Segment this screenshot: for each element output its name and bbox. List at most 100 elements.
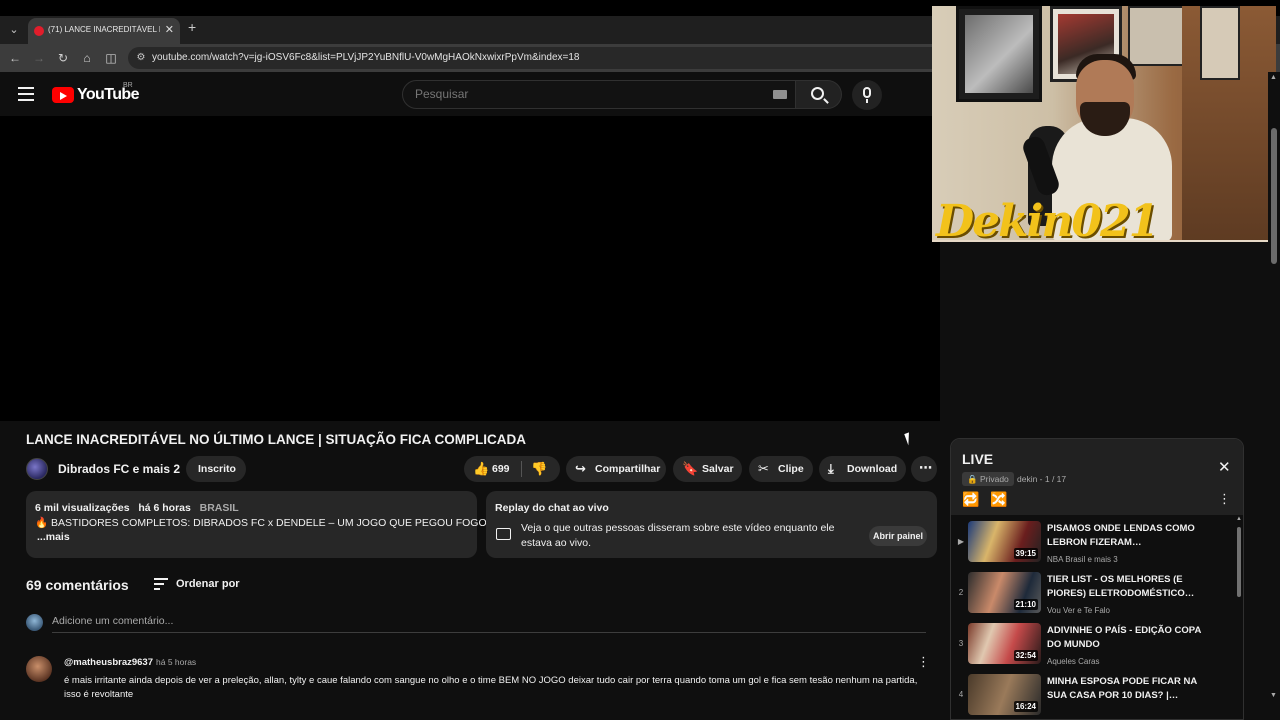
new-tab-icon[interactable]: + (188, 19, 196, 35)
keyboard-icon[interactable] (773, 90, 787, 99)
privacy-badge: 🔒 Privado (962, 472, 1014, 486)
description-meta: 6 mil visualizações há 6 horas BRASIL (35, 502, 239, 514)
save-label: Salvar (702, 463, 734, 475)
playlist-item-thumbnail: 16:24 (968, 674, 1041, 715)
duration-badge: 16:24 (1013, 701, 1038, 712)
chat-bubble-icon (496, 528, 511, 540)
playlist-item-title: TIER LIST - OS MELHORES (E PIORES) ELETR… (1047, 574, 1195, 599)
description-more-link[interactable]: ...mais (37, 531, 70, 543)
video-player[interactable] (0, 116, 940, 421)
reload-icon[interactable]: ↻ (54, 49, 72, 67)
comments-count: 69 comentários (26, 577, 129, 593)
playlist-more-vertical-icon[interactable]: ⋮ (1218, 491, 1231, 507)
playlist-title[interactable]: LIVE (962, 451, 993, 467)
subscribed-label: Inscrito (198, 463, 236, 475)
description-text: 🔥 BASTIDORES COMPLETOS: DIBRADOS FC x DE… (35, 517, 490, 529)
subscribed-button[interactable]: Inscrito (186, 456, 246, 482)
playlist-item-thumbnail: 39:15 (968, 521, 1041, 562)
playlist-item-channel: Aqueles Caras (1047, 657, 1100, 666)
channel-avatar[interactable] (26, 458, 48, 480)
share-arrow-icon: ↪ (575, 461, 586, 476)
playlist-header: LIVE ✕ 🔒 Privado dekin - 1 / 17 🔁 🔀 ⋮ (951, 439, 1243, 515)
playlist-item-index: 4 (958, 690, 964, 699)
add-comment-input[interactable]: Adicione um comentário... (52, 615, 926, 633)
more-horizontal-icon: ⋯ (919, 460, 932, 475)
youtube-logo[interactable]: YouTube BR (52, 82, 152, 105)
playlist-item-channel: NBA Brasil e mais 3 (1047, 555, 1118, 564)
video-title: LANCE INACREDITÁVEL NO ÚLTIMO LANCE | SI… (26, 432, 527, 447)
playlist-item[interactable]: 2 21:10 TIER LIST - OS MELHORES (E PIORE… (951, 568, 1243, 618)
playlist-item-thumbnail: 21:10 (968, 572, 1041, 613)
clip-button[interactable]: ✂ Clipe (749, 456, 813, 482)
download-button[interactable]: ⤓ Download (819, 456, 906, 482)
side-panel-icon[interactable]: ◫ (102, 49, 120, 67)
privacy-label: Privado (979, 474, 1009, 484)
tab-title: (71) LANCE INACREDITÁVEL NO ÚLTIMO LANCE… (48, 25, 160, 34)
upload-age: há 6 horas (138, 502, 191, 514)
chat-replay-title: Replay do chat ao vivo (495, 502, 609, 514)
tab-search-chevron-icon[interactable]: ⌄ (6, 20, 22, 40)
page-scrollbar[interactable]: ▲ ▼ (1268, 72, 1280, 720)
webcam-overlay: Dekin021 (932, 6, 1276, 242)
playlist-scroll-thumb[interactable] (1237, 527, 1241, 597)
playlist-item-index: 2 (958, 588, 964, 597)
user-avatar (26, 614, 43, 631)
scroll-up-icon[interactable]: ▲ (1270, 74, 1277, 81)
more-actions-button[interactable]: ⋯ (911, 456, 937, 482)
scroll-down-icon[interactable]: ▼ (1270, 692, 1277, 699)
like-dislike-group: 👍 699 👎 (464, 456, 560, 482)
playlist-item-thumbnail: 32:54 (968, 623, 1041, 664)
share-button[interactable]: ↪ Compartilhar (566, 456, 666, 482)
description-box[interactable]: 6 mil visualizações há 6 horas BRASIL 🔥 … (26, 491, 490, 558)
voice-search-button[interactable] (852, 80, 882, 110)
search-button[interactable] (796, 80, 842, 109)
search-input[interactable] (415, 87, 755, 101)
clip-label: Clipe (778, 463, 804, 475)
playlist-item[interactable]: 4 16:24 MINHA ESPOSA PODE FICAR NA SUA C… (951, 670, 1243, 719)
tab-close-icon[interactable]: ✕ (165, 23, 174, 36)
comment-time[interactable]: há 5 horas (156, 657, 196, 667)
url-text[interactable]: youtube.com/watch?v=jg-iOSV6Fc8&list=PLV… (152, 52, 580, 63)
site-info-icon[interactable]: ⚙ (134, 51, 148, 65)
comment-author-name[interactable]: @matheusbraz9637 (64, 657, 153, 668)
browser-tab-active[interactable]: (71) LANCE INACREDITÁVEL NO ÚLTIMO LANCE… (28, 18, 180, 44)
view-count: 6 mil visualizações (35, 502, 130, 514)
open-panel-button[interactable]: Abrir painel (869, 526, 927, 546)
duration-badge: 21:10 (1013, 599, 1038, 610)
microphone-icon (863, 87, 871, 98)
back-arrow-icon[interactable]: ← (6, 49, 24, 67)
country-tag[interactable]: BRASIL (200, 502, 239, 514)
comment-author-avatar[interactable] (26, 656, 52, 682)
playlist-scrollbar[interactable]: ▲ (1236, 515, 1243, 719)
forward-arrow-icon[interactable]: → (30, 49, 48, 67)
search-icon (811, 87, 824, 100)
shuffle-icon[interactable]: 🔀 (990, 491, 1007, 508)
chat-replay-box: Replay do chat ao vivo Veja o que outras… (486, 491, 937, 558)
close-icon[interactable]: ✕ (1218, 458, 1231, 476)
like-count[interactable]: 699 (492, 463, 510, 475)
thumbs-up-icon[interactable]: 👍 (473, 461, 489, 477)
playlist-item-channel: Vou Ver e Te Falo (1047, 606, 1111, 615)
comment-author[interactable]: @matheusbraz9637 há 5 horas (64, 657, 196, 668)
sort-icon[interactable] (154, 578, 168, 590)
playlist-item-title: ADIVINHE O PAÍS - EDIÇÃO COPA DO MUNDO (1047, 625, 1201, 650)
playlist-panel: LIVE ✕ 🔒 Privado dekin - 1 / 17 🔁 🔀 ⋮ ▶ … (950, 438, 1244, 720)
thumbs-down-icon[interactable]: 👎 (531, 461, 547, 477)
channel-name[interactable]: Dibrados FC e mais 2 (58, 462, 180, 476)
playlist-item-title: PISAMOS ONDE LENDAS COMO LEBRON FIZERAM… (1047, 523, 1195, 548)
playlist-scroll-up-icon[interactable]: ▲ (1236, 516, 1242, 522)
playlist-item[interactable]: 3 32:54 ADIVINHE O PAÍS - EDIÇÃO COPA DO… (951, 619, 1243, 669)
search-box (402, 80, 796, 109)
loop-icon[interactable]: 🔁 (962, 491, 979, 508)
page-scroll-thumb[interactable] (1271, 128, 1277, 264)
save-button[interactable]: 🔖 Salvar (673, 456, 742, 482)
comment-more-vertical-icon[interactable]: ⋮ (917, 654, 930, 670)
duration-badge: 39:15 (1013, 548, 1038, 559)
sort-by-button[interactable]: Ordenar por (176, 578, 240, 590)
youtube-favicon-icon (34, 26, 44, 36)
playlist-item-index: 3 (958, 639, 964, 648)
menu-icon[interactable] (18, 87, 34, 101)
home-icon[interactable]: ⌂ (78, 49, 96, 67)
youtube-play-logo-icon (52, 87, 74, 103)
playlist-item[interactable]: ▶ 39:15 PISAMOS ONDE LENDAS COMO LEBRON … (951, 517, 1243, 567)
